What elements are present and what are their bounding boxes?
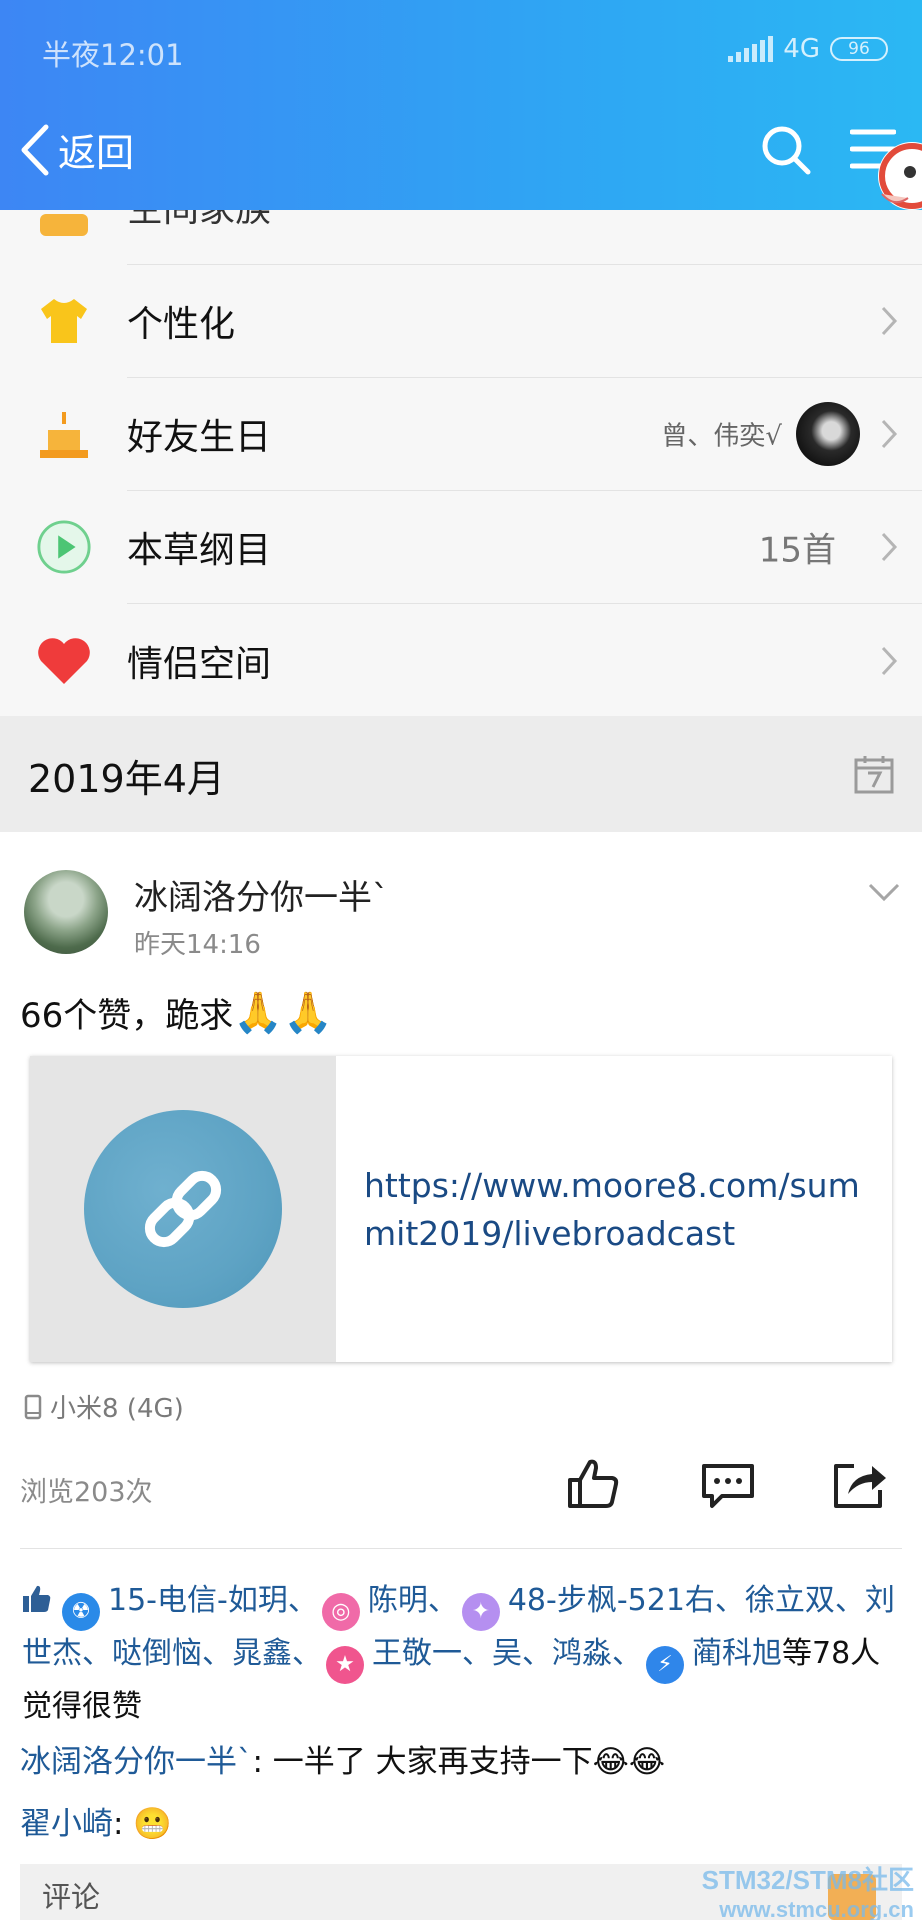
author-name[interactable]: 冰阔洛分你一半` bbox=[134, 870, 389, 919]
battery-level: 96 bbox=[848, 39, 870, 59]
chevron-right-icon bbox=[881, 646, 898, 675]
chevron-right-icon bbox=[881, 532, 898, 562]
share-icon[interactable] bbox=[832, 1458, 888, 1510]
lightning-badge-icon: ⚡ bbox=[646, 1646, 684, 1684]
like-list: ☢ 15-电信-如玥、 ◎ 陈明、 ✦ 48-步枫-521右、徐立双、刘世杰、哒倒恼、晁鑫… bbox=[22, 1578, 902, 1729]
lollipop-badge-icon: ◎ bbox=[321, 1593, 360, 1631]
month-header: 2019年4月 bbox=[0, 716, 922, 832]
chevron-right-icon bbox=[881, 419, 898, 449]
commenter-name[interactable]: 冰阔洛分你一半` bbox=[20, 1744, 253, 1780]
row-label: 个性化 bbox=[127, 304, 236, 345]
liker-name[interactable]: 王敬一、吴、鸿淼、 bbox=[372, 1636, 642, 1671]
watermark: STM32/STM8社区 www.stmcu.org.cn bbox=[688, 1860, 914, 1920]
comment-placeholder: 评论 bbox=[42, 1880, 101, 1914]
liker-name[interactable]: 陈明、 bbox=[368, 1583, 458, 1618]
watermark-line1: STM32/STM8社区 bbox=[701, 1865, 914, 1895]
commenter-name[interactable]: 翟小崎 bbox=[20, 1806, 113, 1842]
device-name: 小米8 (4G) bbox=[50, 1394, 184, 1424]
month-label: 2019年4月 bbox=[28, 757, 225, 801]
comment-item[interactable]: 冰阔洛分你一半`: 一半了 大家再支持一下😂😂 bbox=[20, 1736, 665, 1781]
mascot-icon[interactable] bbox=[874, 128, 922, 238]
liker-name[interactable]: 蔺科旭 bbox=[692, 1636, 782, 1671]
comment-icon[interactable] bbox=[700, 1462, 756, 1510]
row-personalize[interactable]: 个性化 bbox=[41, 265, 922, 378]
post-text: 66个赞，跪求 🙏🙏 bbox=[20, 988, 333, 1037]
view-count: 浏览203次 bbox=[20, 1477, 153, 1508]
device-info: 小米8 (4G) bbox=[24, 1388, 184, 1425]
play-circle-icon bbox=[36, 519, 92, 575]
calendar-icon[interactable] bbox=[854, 754, 894, 794]
chevron-right-icon bbox=[881, 306, 898, 336]
link-card[interactable]: https://www.moore8.com/summit2019/livebr… bbox=[30, 1056, 892, 1362]
link-url[interactable]: https://www.moore8.com/summit2019/livebr… bbox=[364, 1162, 884, 1258]
row-couple[interactable]: 情侣空间 bbox=[38, 604, 922, 717]
phone-icon bbox=[24, 1394, 42, 1419]
thumbs-up-icon bbox=[23, 1585, 51, 1612]
laugh-emoji: 😂😂 bbox=[592, 1744, 666, 1780]
birthday-friends: 曾、伟奕√ bbox=[661, 421, 782, 452]
search-icon[interactable] bbox=[760, 124, 812, 176]
liker-name[interactable]: 15-电信-如玥、 bbox=[108, 1583, 318, 1618]
network-type: 4G bbox=[783, 34, 820, 64]
post-text-body: 66个赞，跪求 bbox=[20, 996, 234, 1036]
row-label: 情侣空间 bbox=[127, 643, 272, 685]
back-label: 返回 bbox=[58, 131, 135, 175]
grimace-emoji: 😬 bbox=[133, 1806, 172, 1842]
row-label: 好友生日 bbox=[127, 417, 272, 458]
watermark-line2: www.stmcu.org.cn bbox=[719, 1897, 914, 1920]
row-label: 本草纲目 bbox=[127, 530, 272, 571]
battery-icon: 96 bbox=[830, 37, 888, 61]
heart-icon bbox=[36, 633, 92, 689]
link-icon bbox=[84, 1110, 282, 1308]
like-icon[interactable] bbox=[566, 1456, 620, 1510]
signal-icon bbox=[728, 36, 774, 62]
comment-text: : 一半了 大家再支持一下 bbox=[252, 1744, 593, 1780]
tshirt-icon bbox=[36, 293, 92, 349]
comment-text: : bbox=[113, 1806, 134, 1842]
birthday-cake-icon bbox=[36, 406, 92, 462]
divider bbox=[20, 1548, 902, 1549]
author-avatar[interactable] bbox=[24, 870, 108, 954]
status-indicators: 4G 96 bbox=[728, 34, 888, 64]
chevron-down-icon[interactable] bbox=[868, 882, 900, 902]
back-button[interactable]: 返回 bbox=[18, 122, 134, 177]
top-bar: 半夜12:01 4G 96 返回 bbox=[0, 0, 922, 210]
pray-emoji: 🙏🙏 bbox=[233, 990, 333, 1036]
friend-avatar bbox=[796, 402, 860, 466]
chevron-left-icon bbox=[21, 124, 49, 175]
fish-badge-icon: ✦ bbox=[461, 1593, 500, 1631]
row-birthday[interactable]: 好友生日 曾、伟奕√ bbox=[40, 378, 922, 491]
song-count: 15首 bbox=[758, 530, 836, 571]
comment-item[interactable]: 翟小崎: 😬 bbox=[20, 1798, 172, 1843]
post-time: 昨天14:16 bbox=[134, 930, 261, 960]
feature-list: 空间家族 个性化 好友生日 曾、伟奕√ 本草纲目 15首 bbox=[0, 160, 922, 717]
link-thumbnail bbox=[30, 1056, 336, 1362]
radiation-badge-icon: ☢ bbox=[62, 1593, 100, 1631]
star-badge-icon: ★ bbox=[326, 1646, 364, 1684]
row-music[interactable]: 本草纲目 15首 bbox=[37, 491, 922, 604]
status-time: 半夜12:01 bbox=[42, 38, 184, 72]
